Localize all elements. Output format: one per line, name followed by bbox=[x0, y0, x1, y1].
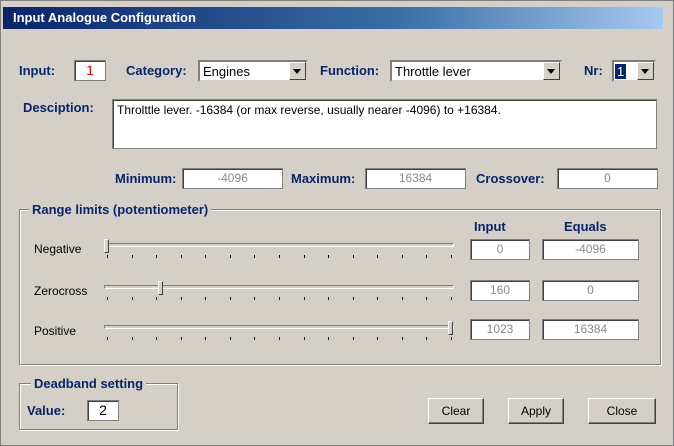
slider-tick bbox=[426, 297, 427, 300]
slider-tick bbox=[451, 297, 452, 300]
slider-tick bbox=[304, 255, 305, 258]
slider-tick bbox=[205, 337, 206, 340]
zerocross-input-value: 160 bbox=[470, 280, 530, 301]
slider-tick bbox=[205, 297, 206, 300]
zerocross-slider[interactable] bbox=[104, 281, 454, 305]
minimum-field: -4096 bbox=[182, 168, 283, 189]
minimum-label: Minimum: bbox=[115, 171, 177, 186]
nr-dropdown-arrow-icon[interactable] bbox=[637, 62, 654, 80]
slider-tick bbox=[230, 337, 231, 340]
crossover-label: Crossover: bbox=[476, 171, 545, 186]
deadband-value-label: Value: bbox=[27, 403, 66, 418]
function-label: Function: bbox=[320, 63, 380, 78]
slider-tick bbox=[377, 255, 378, 258]
slider-tick bbox=[254, 297, 255, 300]
slider-tick bbox=[377, 337, 378, 340]
slider-track bbox=[104, 325, 454, 329]
window-title: Input Analogue Configuration bbox=[13, 10, 196, 25]
slider-tick bbox=[402, 255, 403, 258]
slider-tick bbox=[181, 255, 182, 258]
slider-tick bbox=[156, 255, 157, 258]
function-dropdown[interactable]: Throttle lever bbox=[390, 60, 562, 82]
category-value: Engines bbox=[203, 64, 250, 79]
slider-tick bbox=[107, 297, 108, 300]
function-value: Throttle lever bbox=[395, 64, 471, 79]
slider-tick bbox=[181, 337, 182, 340]
slider-tick bbox=[132, 337, 133, 340]
slider-tick bbox=[254, 337, 255, 340]
positive-equals-value: 16384 bbox=[542, 319, 639, 340]
slider-thumb[interactable] bbox=[104, 239, 109, 253]
slider-track bbox=[104, 285, 454, 289]
description-textarea[interactable]: Throlttle lever. -16384 (or max reverse,… bbox=[112, 99, 657, 149]
input-number-field[interactable]: 1 bbox=[74, 60, 106, 81]
title-bar: Input Analogue Configuration bbox=[3, 7, 663, 29]
slider-tick bbox=[279, 255, 280, 258]
zerocross-label: Zerocross bbox=[34, 284, 88, 298]
slider-tick bbox=[279, 337, 280, 340]
nr-value: 1 bbox=[615, 64, 627, 79]
slider-tick bbox=[426, 255, 427, 258]
slider-tick bbox=[353, 337, 354, 340]
slider-tick bbox=[426, 337, 427, 340]
slider-tick bbox=[181, 297, 182, 300]
apply-button[interactable]: Apply bbox=[508, 398, 564, 424]
category-label: Category: bbox=[126, 63, 187, 78]
negative-label: Negative bbox=[34, 242, 82, 256]
category-dropdown-arrow-icon[interactable] bbox=[289, 62, 306, 80]
nr-dropdown[interactable]: 1 bbox=[612, 60, 656, 82]
slider-tick bbox=[156, 337, 157, 340]
slider-tick bbox=[304, 297, 305, 300]
positive-input-value: 1023 bbox=[470, 319, 530, 340]
slider-tick bbox=[451, 255, 452, 258]
slider-tick bbox=[353, 297, 354, 300]
range-limits-title: Range limits (potentiometer) bbox=[29, 202, 212, 217]
slider-tick bbox=[328, 255, 329, 258]
slider-tick bbox=[328, 297, 329, 300]
maximum-label: Maximum: bbox=[291, 171, 356, 186]
positive-label: Positive bbox=[34, 324, 77, 338]
slider-tick bbox=[279, 297, 280, 300]
slider-tick bbox=[402, 337, 403, 340]
slider-thumb[interactable] bbox=[448, 321, 453, 335]
slider-tick bbox=[156, 297, 157, 300]
deadband-title: Deadband setting bbox=[31, 376, 147, 391]
slider-tick bbox=[402, 297, 403, 300]
slider-tick bbox=[230, 255, 231, 258]
deadband-value-field[interactable]: 2 bbox=[87, 400, 119, 421]
zerocross-equals-value: 0 bbox=[542, 280, 639, 301]
slider-tick bbox=[451, 337, 452, 340]
slider-tick bbox=[328, 337, 329, 340]
equals-column-header: Equals bbox=[564, 219, 607, 234]
slider-tick bbox=[377, 297, 378, 300]
input-column-header: Input bbox=[474, 219, 506, 234]
negative-input-value: 0 bbox=[470, 239, 530, 260]
slider-tick bbox=[132, 297, 133, 300]
slider-tick bbox=[107, 337, 108, 340]
clear-button[interactable]: Clear bbox=[428, 398, 484, 424]
slider-tick bbox=[254, 255, 255, 258]
function-dropdown-arrow-icon[interactable] bbox=[543, 62, 560, 80]
slider-thumb[interactable] bbox=[158, 281, 163, 295]
slider-tick bbox=[132, 255, 133, 258]
close-button[interactable]: Close bbox=[588, 398, 656, 424]
category-dropdown[interactable]: Engines bbox=[198, 60, 308, 82]
input-label: Input: bbox=[19, 63, 56, 78]
slider-track bbox=[104, 243, 454, 247]
slider-tick bbox=[353, 255, 354, 258]
positive-slider[interactable] bbox=[104, 321, 454, 345]
maximum-field: 16384 bbox=[365, 168, 466, 189]
config-window: Input Analogue Configuration Input: 1 Ca… bbox=[0, 0, 674, 446]
slider-tick bbox=[107, 255, 108, 258]
slider-tick bbox=[304, 337, 305, 340]
slider-tick bbox=[205, 255, 206, 258]
negative-equals-value: -4096 bbox=[542, 239, 639, 260]
slider-tick bbox=[230, 297, 231, 300]
crossover-field: 0 bbox=[557, 168, 658, 189]
nr-label: Nr: bbox=[584, 63, 603, 78]
negative-slider[interactable] bbox=[104, 239, 454, 263]
description-label: Desciption: bbox=[23, 100, 94, 115]
